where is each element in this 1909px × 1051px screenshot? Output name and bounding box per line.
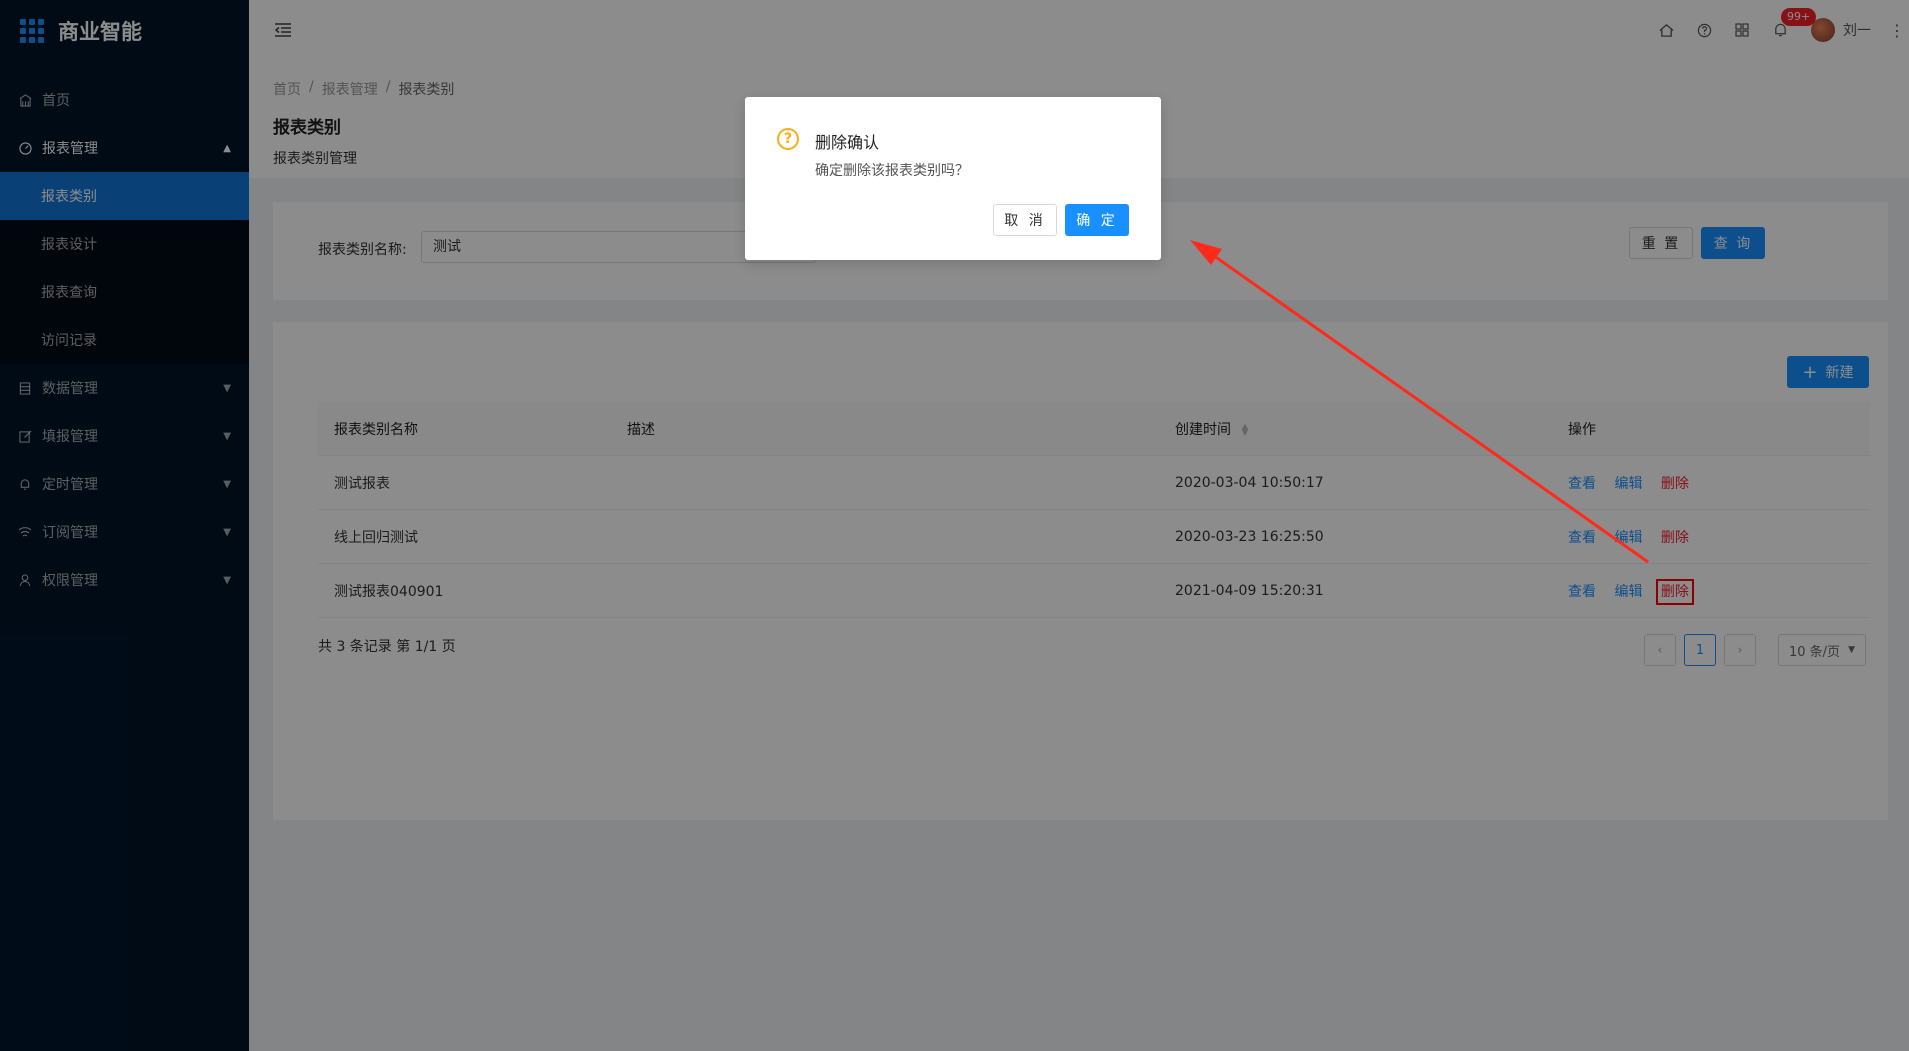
confirm-button[interactable]: 确 定 bbox=[1065, 204, 1129, 236]
question-circle-icon: ? bbox=[777, 128, 799, 150]
modal-content: 确定删除该报表类别吗？ bbox=[815, 163, 969, 179]
delete-confirm-modal: ? 删除确认 确定删除该报表类别吗？ 取 消 确 定 bbox=[745, 97, 1161, 260]
modal-title: 删除确认 bbox=[815, 133, 880, 152]
cancel-button[interactable]: 取 消 bbox=[993, 204, 1057, 236]
